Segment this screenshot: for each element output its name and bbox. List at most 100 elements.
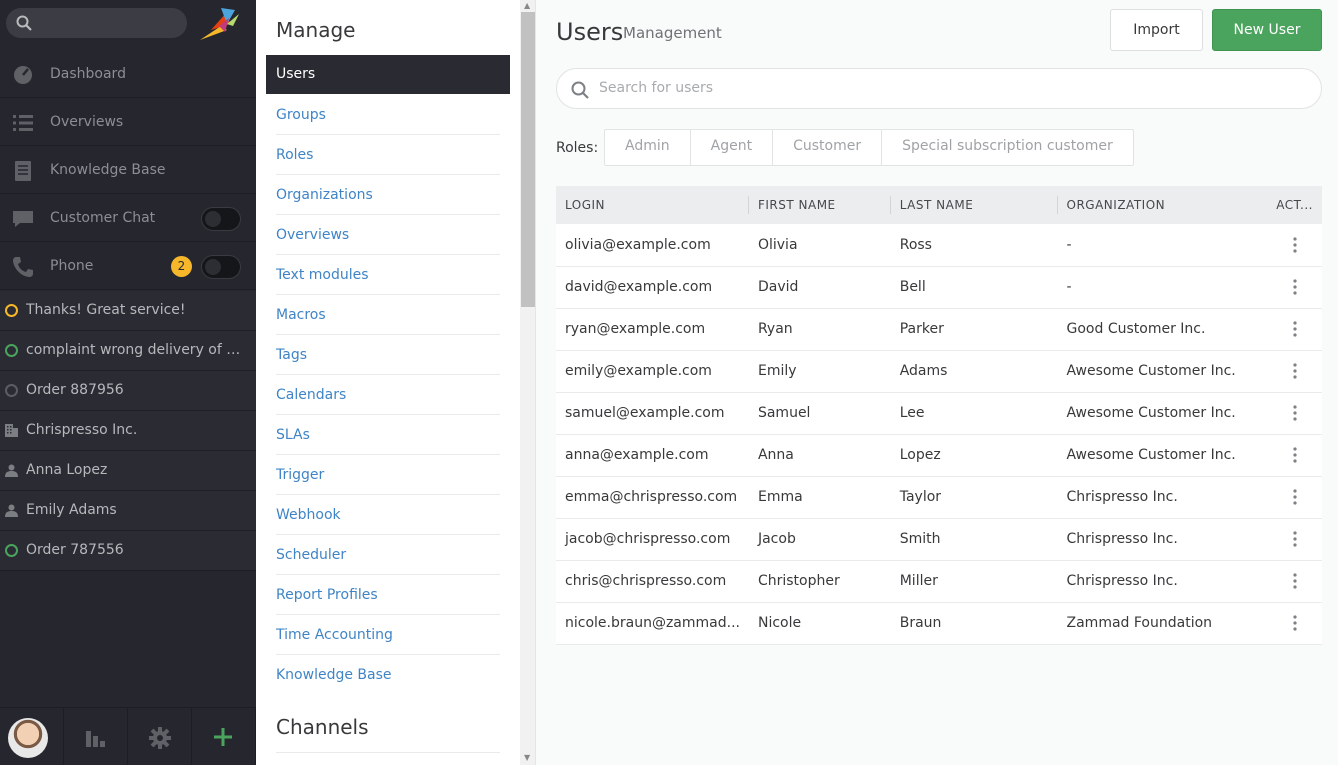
row-actions-button[interactable] bbox=[1267, 224, 1322, 266]
row-actions-button[interactable] bbox=[1267, 560, 1322, 602]
users-table: LOGIN FIRST NAME LAST NAME ORGANIZATION … bbox=[556, 186, 1322, 645]
task-item[interactable]: Chrispresso Inc. bbox=[0, 411, 256, 451]
column-header-first-name[interactable]: FIRST NAME bbox=[749, 186, 891, 224]
cell-login: jacob@chrispresso.com bbox=[565, 531, 731, 547]
menu-item-macros[interactable]: Macros bbox=[276, 295, 500, 335]
menu-item-trigger[interactable]: Trigger bbox=[276, 455, 500, 495]
ticket-open-icon bbox=[5, 344, 18, 357]
global-search-input[interactable] bbox=[6, 8, 187, 38]
scroll-down-icon[interactable]: ▼ bbox=[524, 753, 530, 762]
role-filter-agent[interactable]: Agent bbox=[691, 130, 774, 165]
table-row[interactable]: david@example.com David Bell - bbox=[556, 266, 1322, 308]
task-item[interactable]: Thanks! Great service! bbox=[0, 291, 256, 331]
menu-item-overviews[interactable]: Overviews bbox=[276, 215, 500, 255]
task-item[interactable]: Anna Lopez bbox=[0, 451, 256, 491]
table-row[interactable]: ryan@example.com Ryan Parker Good Customer … bbox=[556, 308, 1322, 350]
zammad-logo-icon[interactable] bbox=[197, 4, 241, 44]
table-row[interactable]: chris@chrispresso.com Christopher Miller Ch… bbox=[556, 560, 1322, 602]
cell-last-name: Smith bbox=[899, 531, 941, 547]
column-header-login[interactable]: LOGIN bbox=[556, 186, 749, 224]
plus-icon bbox=[214, 728, 232, 746]
task-label: Order 787556 bbox=[26, 542, 124, 558]
cell-login: emily@example.com bbox=[565, 363, 712, 379]
menu-item-webhook[interactable]: Webhook bbox=[276, 495, 500, 535]
row-actions-button[interactable] bbox=[1267, 308, 1322, 350]
task-item[interactable]: complaint wrong delivery of ord... bbox=[0, 331, 256, 371]
channels-title: Channels bbox=[276, 715, 369, 739]
task-item[interactable]: Order 887956 bbox=[0, 371, 256, 411]
row-actions-button[interactable] bbox=[1267, 602, 1322, 644]
search-icon bbox=[16, 15, 32, 31]
nav-item-customer-chat[interactable]: Customer Chat bbox=[0, 195, 256, 242]
table-row[interactable]: anna@example.com Anna Lopez Awesome Custome… bbox=[556, 434, 1322, 476]
cell-login: anna@example.com bbox=[565, 447, 709, 463]
column-header-organization[interactable]: ORGANIZATION bbox=[1058, 186, 1268, 224]
column-header-last-name[interactable]: LAST NAME bbox=[891, 186, 1058, 224]
scrollbar-thumb[interactable] bbox=[521, 12, 535, 307]
nav-item-label: Customer Chat bbox=[50, 210, 156, 226]
nav-item-dashboard[interactable]: Dashboard bbox=[0, 51, 256, 98]
avatar[interactable] bbox=[8, 718, 48, 758]
new-item-button[interactable] bbox=[192, 708, 256, 765]
table-row[interactable]: olivia@example.com Olivia Ross - bbox=[556, 224, 1322, 266]
kebab-menu-icon bbox=[1293, 573, 1297, 589]
table-row[interactable]: emily@example.com Emily Adams Awesome Custo… bbox=[556, 350, 1322, 392]
settings-button[interactable] bbox=[128, 708, 192, 765]
role-filter-customer[interactable]: Customer bbox=[773, 130, 883, 165]
manage-menu: Manage Users Groups Roles Organizations … bbox=[256, 0, 520, 765]
cell-login: nicole.braun@zammad... bbox=[565, 615, 740, 631]
menu-item-text-modules[interactable]: Text modules bbox=[276, 255, 500, 295]
main-content: Users Management Import New User Search … bbox=[537, 0, 1338, 765]
menu-scrollbar[interactable]: ▲ ▼ bbox=[520, 0, 536, 765]
menu-item-tags[interactable]: Tags bbox=[276, 335, 500, 375]
menu-item-slas[interactable]: SLAs bbox=[276, 415, 500, 455]
nav-item-label: Overviews bbox=[50, 114, 124, 130]
phone-toggle[interactable] bbox=[201, 255, 241, 279]
row-actions-button[interactable] bbox=[1267, 350, 1322, 392]
row-actions-button[interactable] bbox=[1267, 392, 1322, 434]
cell-login: chris@chrispresso.com bbox=[565, 573, 727, 589]
menu-item-organizations[interactable]: Organizations bbox=[276, 175, 500, 215]
table-row[interactable]: nicole.braun@zammad... Nicole Braun Zammad … bbox=[556, 602, 1322, 644]
nav-item-phone[interactable]: Phone 2 bbox=[0, 243, 256, 290]
cell-first-name: Emma bbox=[757, 489, 803, 505]
menu-item-knowledge-base[interactable]: Knowledge Base bbox=[276, 655, 510, 695]
table-row[interactable]: jacob@chrispresso.com Jacob Smith Chrispres… bbox=[556, 518, 1322, 560]
cell-organization: Awesome Customer Inc. bbox=[1066, 447, 1236, 463]
column-header-actions: ACT... bbox=[1276, 198, 1313, 212]
task-item[interactable]: Emily Adams bbox=[0, 491, 256, 531]
cell-login: ryan@example.com bbox=[565, 321, 706, 337]
role-filter-special-subscription-customer[interactable]: Special subscription customer bbox=[882, 130, 1133, 165]
scroll-up-icon[interactable]: ▲ bbox=[524, 1, 530, 10]
user-menu[interactable] bbox=[0, 708, 64, 765]
import-button[interactable]: Import bbox=[1110, 9, 1203, 51]
menu-item-roles[interactable]: Roles bbox=[276, 135, 500, 175]
user-search-input[interactable]: Search for users bbox=[556, 68, 1322, 109]
cell-organization: Chrispresso Inc. bbox=[1066, 573, 1178, 589]
organization-icon bbox=[5, 424, 18, 437]
phone-icon bbox=[13, 257, 33, 277]
menu-item-calendars[interactable]: Calendars bbox=[276, 375, 500, 415]
customer-chat-toggle[interactable] bbox=[201, 207, 241, 231]
row-actions-button[interactable] bbox=[1267, 518, 1322, 560]
menu-item-users[interactable]: Users bbox=[266, 55, 510, 94]
new-user-button[interactable]: New User bbox=[1212, 9, 1322, 51]
task-item[interactable]: Order 787556 bbox=[0, 531, 256, 571]
kebab-menu-icon bbox=[1293, 615, 1297, 631]
nav-item-overviews[interactable]: Overviews bbox=[0, 99, 256, 146]
role-filter-admin[interactable]: Admin bbox=[605, 130, 691, 165]
menu-item-groups[interactable]: Groups bbox=[276, 95, 500, 135]
table-row[interactable]: emma@chrispresso.com Emma Taylor Chrispress… bbox=[556, 476, 1322, 518]
row-actions-button[interactable] bbox=[1267, 266, 1322, 308]
row-actions-button[interactable] bbox=[1267, 434, 1322, 476]
menu-item-scheduler[interactable]: Scheduler bbox=[276, 535, 500, 575]
cell-organization: - bbox=[1066, 236, 1072, 253]
reporting-button[interactable] bbox=[64, 708, 128, 765]
nav-item-knowledge-base[interactable]: Knowledge Base bbox=[0, 147, 256, 194]
cell-organization: Awesome Customer Inc. bbox=[1066, 363, 1236, 379]
menu-item-time-accounting[interactable]: Time Accounting bbox=[276, 615, 500, 655]
menu-item-report-profiles[interactable]: Report Profiles bbox=[276, 575, 500, 615]
row-actions-button[interactable] bbox=[1267, 476, 1322, 518]
bottom-bar bbox=[0, 707, 256, 765]
table-row[interactable]: samuel@example.com Samuel Lee Awesome Custo… bbox=[556, 392, 1322, 434]
